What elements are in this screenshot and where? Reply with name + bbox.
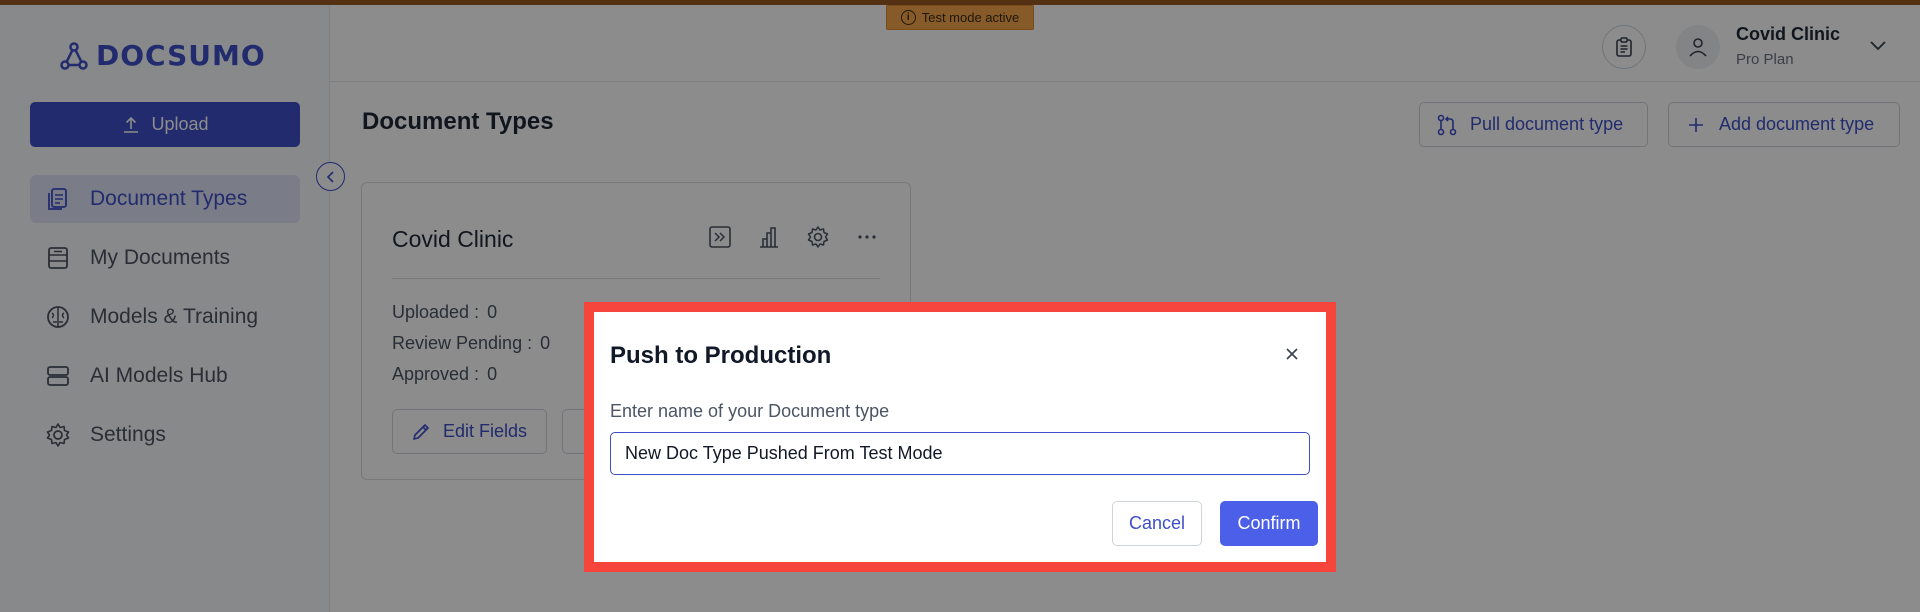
- cancel-button[interactable]: Cancel: [1112, 501, 1202, 546]
- confirm-button[interactable]: Confirm: [1220, 501, 1318, 546]
- modal-title: Push to Production: [610, 342, 832, 369]
- push-to-production-modal: Push to Production Enter name of your Do…: [584, 302, 1336, 572]
- document-type-name-label: Enter name of your Document type: [610, 401, 890, 421]
- document-type-name-input[interactable]: [610, 432, 1310, 475]
- close-icon[interactable]: [1282, 344, 1302, 364]
